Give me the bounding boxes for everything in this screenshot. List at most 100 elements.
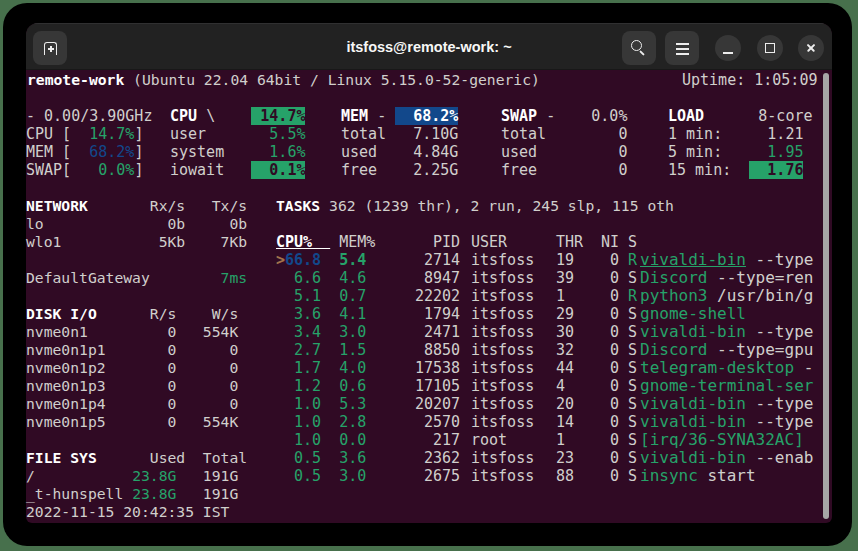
text-segment: 1 (556, 287, 565, 305)
text-segment: S (628, 323, 637, 341)
text-segment (321, 305, 339, 323)
text-segment: 0.0% (98, 161, 134, 179)
text-segment: 1 (556, 431, 565, 449)
text-segment: S (628, 467, 637, 485)
text-segment: S (628, 431, 637, 449)
text-segment: /usr/bin/g (707, 286, 813, 305)
text-segment (321, 377, 339, 395)
block-tasks-summary: TASKS 362 (1239 thr), 2 run, 245 slp, 11… (276, 197, 674, 215)
text-segment: 191G (176, 467, 238, 484)
text-segment: Discord (640, 340, 707, 359)
text-segment: - 0.0% (537, 107, 627, 125)
text-segment: wlo1 5Kb 7Kb (26, 233, 247, 250)
text-segment: 2471 (415, 323, 460, 341)
block-cpu: CPU \ 14.7% user 5.5% system 1.6% iowait… (170, 107, 305, 179)
text-segment: 1.6% (269, 143, 305, 161)
text-segment (321, 287, 339, 305)
text-segment: 68.2% (89, 143, 134, 161)
terminal-screen: remote-work (Ubuntu 22.04 64bit / Linux … (0, 0, 858, 551)
text-segment: itsfoss (471, 305, 534, 323)
text-segment: 5.1 (285, 287, 321, 305)
text-segment: S (628, 449, 637, 467)
text-segment: 8947 (415, 269, 460, 287)
text-segment: ] (134, 125, 143, 143)
text-segment: --type (746, 412, 813, 431)
text-segment: 15 min: (668, 161, 749, 179)
text-segment: 29 (556, 305, 574, 323)
text-segment: 0 (601, 449, 628, 467)
text-segment: free 2.25G (341, 161, 458, 179)
text-segment: nvme0n1p1 0 0 (26, 341, 238, 358)
text-segment: 5.3 (339, 395, 366, 413)
text-segment: 1.0 (285, 395, 321, 413)
text-segment: 30 (556, 323, 574, 341)
text-segment: 1.0 (285, 413, 321, 431)
text-segment: NETWORK (26, 197, 88, 214)
block-tasks-col-cpu-mem: CPU% MEM% >66.8 5.4 6.6 4.6 5.1 0.7 3.6 … (276, 233, 375, 485)
text-segment: 0 (601, 359, 628, 377)
block-mem: MEM - 68.2% total 7.10G used 4.84G free … (341, 107, 458, 179)
text-segment: 0 (601, 413, 628, 431)
text-segment: Used Total (97, 449, 247, 466)
text-segment: 0.0 (339, 431, 366, 449)
block-host-line: remote-work (Ubuntu 22.04 64bit / Linux … (27, 71, 540, 89)
text-segment: --enab (746, 448, 813, 467)
text-segment: MEM% (330, 233, 375, 251)
text-segment: 8850 (415, 341, 460, 359)
text-segment: itsfoss (471, 251, 534, 269)
text-segment: - 0.00/3.90GHz (26, 107, 152, 125)
block-network: NETWORK Rx/s Tx/s lo 0b 0b wlo1 5Kb 7Kb … (26, 197, 247, 287)
text-segment: 0.6 (339, 377, 366, 395)
text-segment: total 0 (501, 125, 627, 143)
text-segment: 0 (601, 287, 628, 305)
block-swap: SWAP - 0.0% total 0 used 0 free 0 (501, 107, 627, 179)
text-segment: vivaldi-bin (640, 322, 746, 341)
text-segment: 22202 (415, 287, 460, 305)
text-segment: 14.7% (251, 107, 305, 125)
block-tasks-col-user: USER itsfoss itsfoss itsfoss itsfoss its… (471, 233, 534, 485)
text-segment: --type (746, 394, 813, 413)
text-segment: itsfoss (471, 413, 534, 431)
text-segment: 0 (601, 323, 628, 341)
text-segment: start (698, 466, 756, 485)
text-segment: S (628, 305, 637, 323)
text-segment (321, 467, 339, 485)
text-segment (276, 449, 285, 467)
text-segment: 5.4 (339, 251, 366, 269)
text-segment: 88 (556, 467, 574, 485)
text-segment: --type=gpu (707, 340, 813, 359)
text-segment: 6.6 (285, 269, 321, 287)
text-segment: 1.95 (767, 143, 803, 161)
text-segment (276, 467, 285, 485)
text-segment: 66.8 (285, 251, 321, 269)
text-segment: --type (746, 250, 813, 269)
text-segment: total 7.10G (341, 125, 458, 143)
text-segment: 1.0 (285, 431, 321, 449)
text-segment (321, 413, 339, 431)
text-segment: 362 (1239 thr), 2 run, 245 slp, 115 oth (320, 197, 674, 214)
text-segment (276, 395, 285, 413)
text-segment: (Ubuntu 22.04 64bit / Linux 5.15.0-52-ge… (124, 71, 540, 88)
text-segment: PID (415, 233, 460, 251)
text-segment: 0.1% (251, 161, 305, 179)
text-segment: remote-work (27, 71, 124, 88)
text-segment: 2570 (415, 413, 460, 431)
text-segment: Discord (640, 268, 707, 287)
text-segment: insync (640, 466, 698, 485)
text-segment: S (628, 413, 637, 431)
text-segment: 0 (601, 377, 628, 395)
block-tasks-col-command: vivaldi-bin --type Discord --type=ren py… (640, 233, 813, 485)
text-segment: S (628, 359, 637, 377)
text-segment: nvme0n1p3 0 0 (26, 377, 238, 394)
text-segment: / (26, 467, 132, 484)
text-segment: S (628, 269, 637, 287)
terminal-scrollbar[interactable] (823, 73, 829, 519)
text-segment: 5 min: (668, 143, 767, 161)
text-segment: 4.6 (339, 269, 366, 287)
text-segment: 23.8G (132, 467, 176, 484)
text-segment: vivaldi-bin (640, 394, 746, 413)
text-segment: FILE SYS (26, 449, 97, 466)
text-segment: vivaldi-bin (640, 412, 746, 431)
text-segment: 0 (601, 341, 628, 359)
text-segment: S (628, 377, 637, 395)
